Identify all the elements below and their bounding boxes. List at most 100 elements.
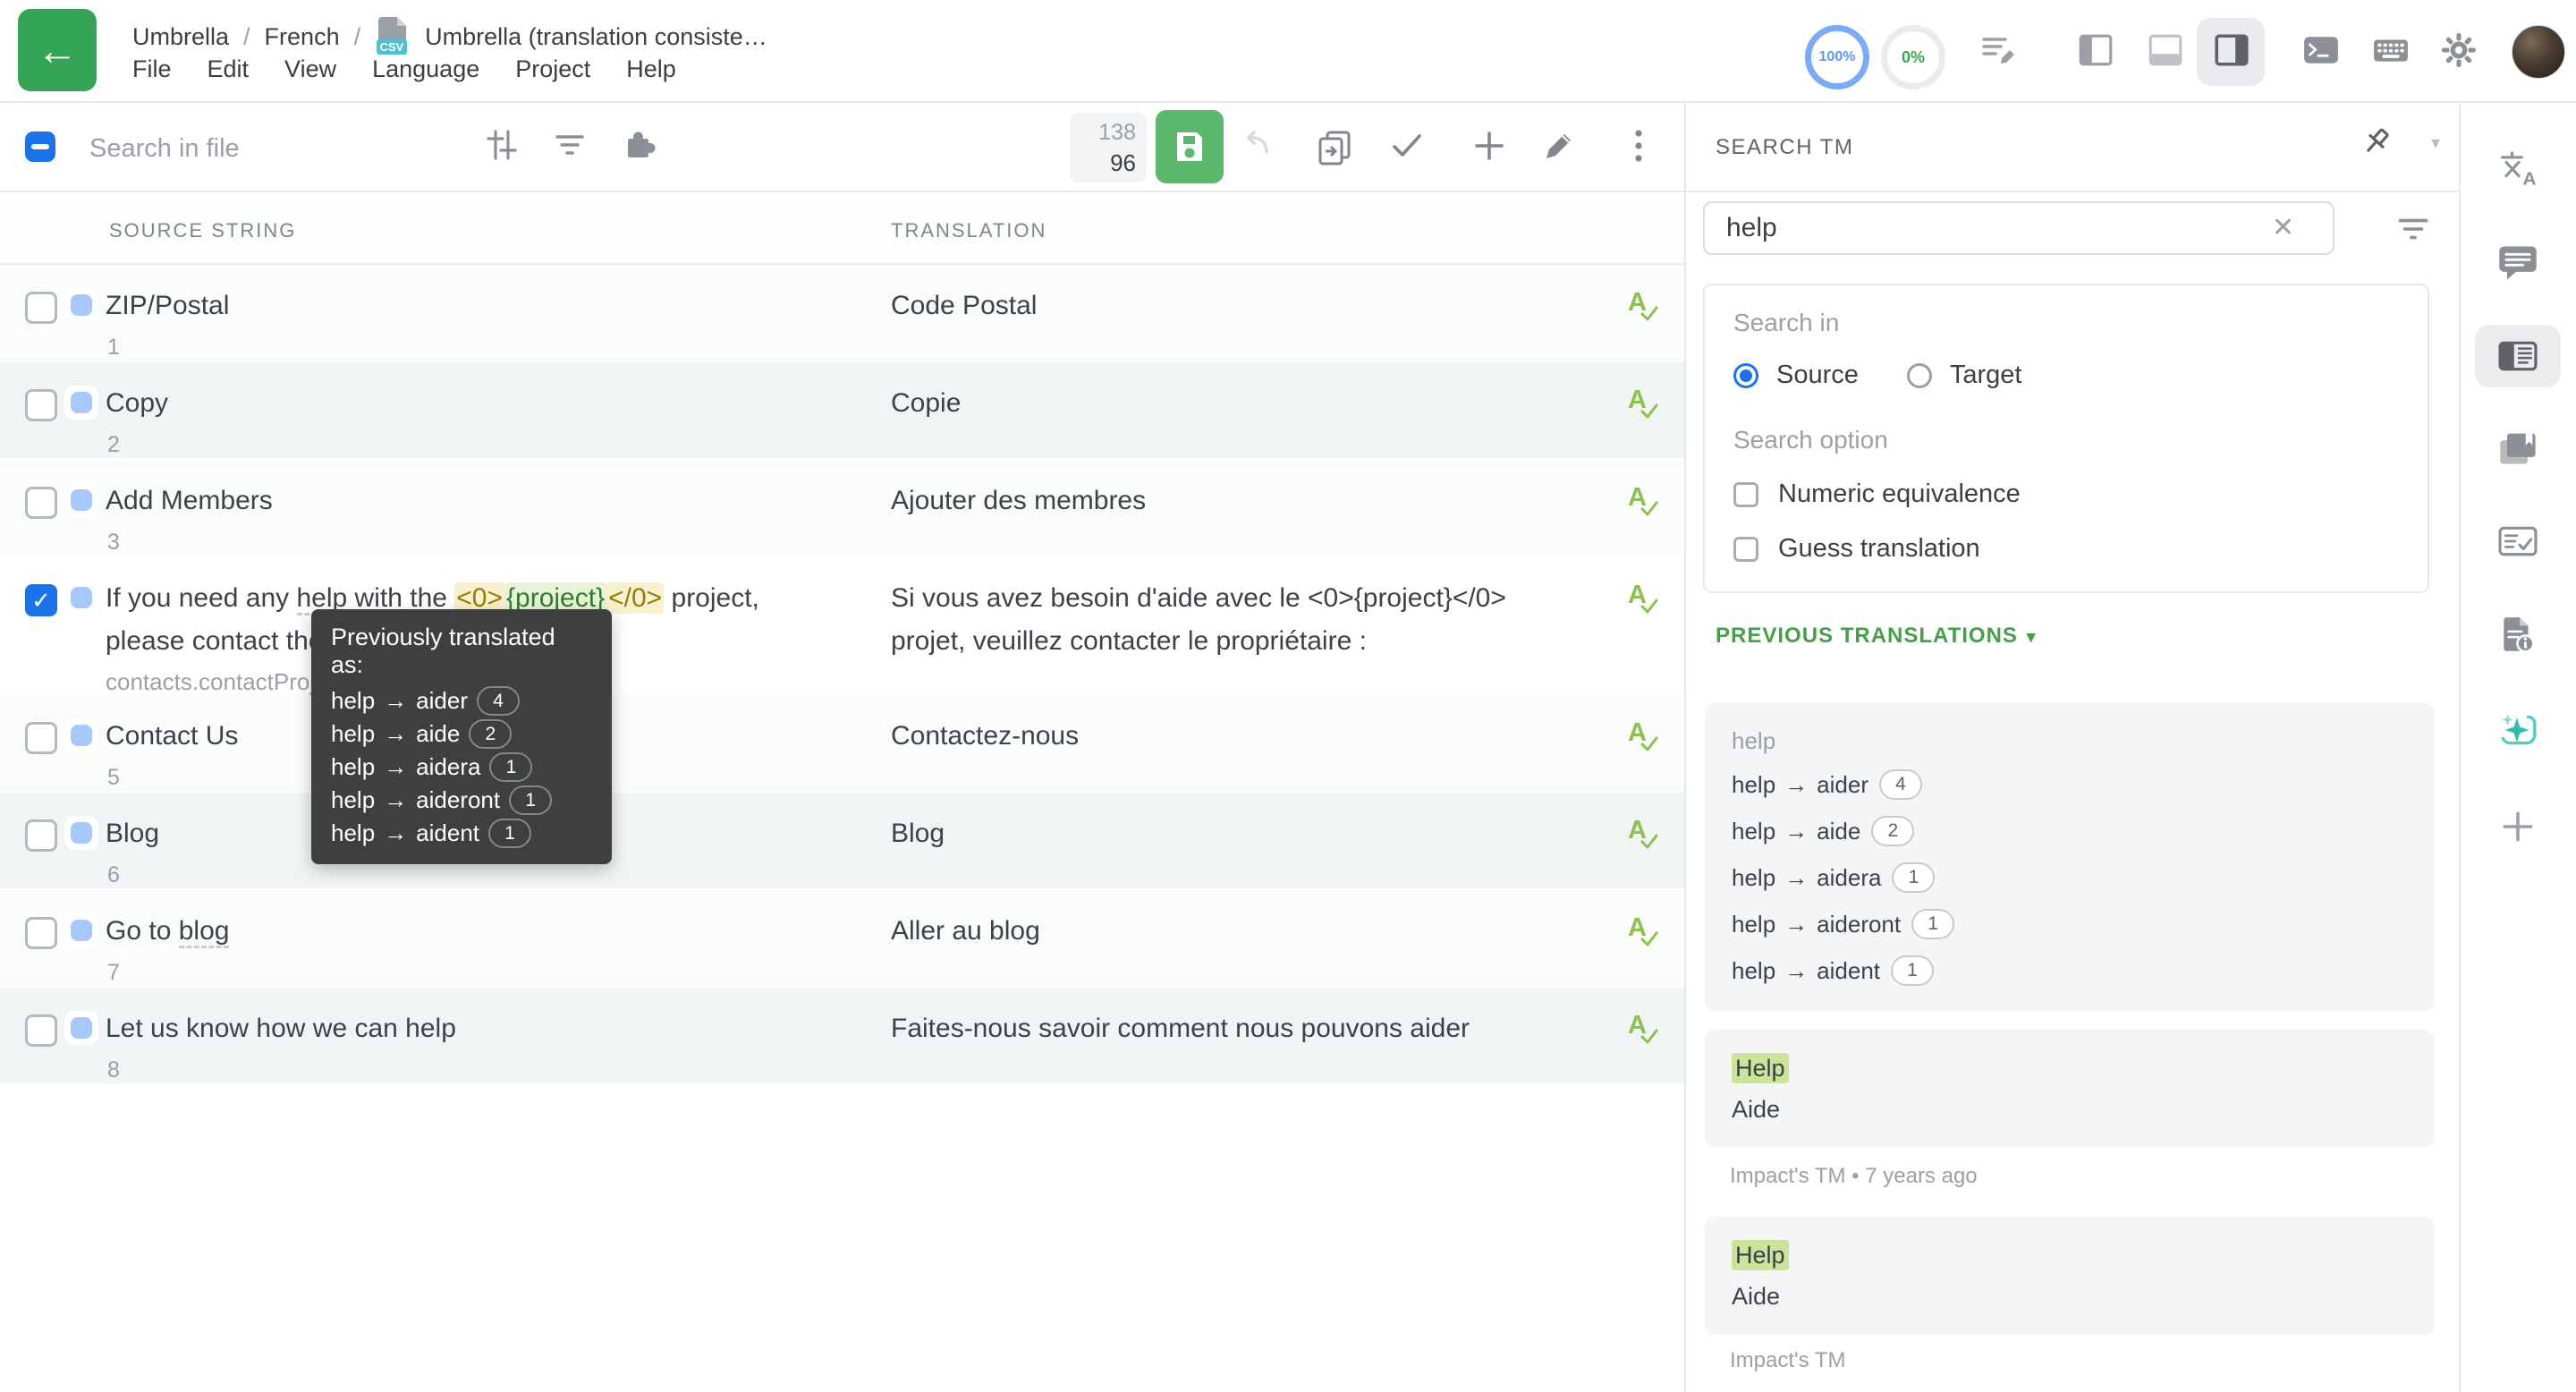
tm-term: blog	[179, 916, 230, 948]
menu-help[interactable]: Help	[626, 55, 676, 83]
terminal-icon[interactable]	[2301, 31, 2342, 69]
searched-term: help	[1732, 720, 2408, 761]
string-row-5[interactable]: Contact Us 5 Contactez-nous A	[0, 695, 1685, 793]
row-checkbox[interactable]	[25, 722, 57, 754]
string-id: 2	[107, 432, 120, 458]
spellcheck-icon[interactable]: A	[1628, 816, 1669, 857]
row-checkbox-checked[interactable]: ✓	[25, 584, 57, 616]
proofread-notes-icon[interactable]	[1979, 31, 2018, 67]
comments-icon[interactable]	[2496, 242, 2539, 282]
checkbox	[1733, 482, 1758, 507]
string-row-1[interactable]: ZIP/Postal 1 Code Postal A	[0, 265, 1685, 362]
clear-search-icon[interactable]: ✕	[2272, 212, 2294, 243]
previous-translation-item[interactable]: help→aidera1	[1732, 854, 2408, 901]
string-id: 3	[107, 530, 120, 556]
layout-bottom-panel-icon[interactable]	[2145, 31, 2186, 69]
spellcheck-icon[interactable]: A	[1628, 288, 1669, 329]
string-status-wrap	[64, 581, 98, 615]
translated-progress-ring[interactable]: 100%	[1805, 25, 1869, 89]
breadcrumb-project[interactable]: Umbrella	[132, 23, 229, 51]
add-string-icon[interactable]	[1470, 128, 1508, 164]
back-button[interactable]: ←	[18, 9, 97, 91]
select-all-checkbox[interactable]	[25, 132, 55, 162]
tm-search-input[interactable]	[1703, 201, 2334, 255]
spellcheck-icon[interactable]: A	[1628, 386, 1669, 427]
undo-icon[interactable]	[1238, 128, 1275, 164]
menu-language[interactable]: Language	[372, 55, 479, 83]
gear-icon[interactable]	[2438, 31, 2479, 69]
row-checkbox[interactable]	[25, 917, 57, 949]
previous-translation-item[interactable]: help→aident1	[1732, 947, 2408, 994]
previous-translation-item[interactable]: help→aideront1	[1732, 901, 2408, 947]
save-button[interactable]	[1156, 110, 1224, 183]
breadcrumb-file-name[interactable]: Umbrella (translation consiste…	[425, 23, 767, 51]
file-info-icon[interactable]	[2497, 615, 2538, 656]
count-badge: 2	[1871, 816, 1914, 846]
spellcheck-icon[interactable]: A	[1628, 1011, 1669, 1052]
spellcheck-icon[interactable]: A	[1628, 913, 1669, 955]
string-row-7[interactable]: Go to blog 7 Aller au blog A	[0, 890, 1685, 988]
user-avatar[interactable]	[2512, 25, 2565, 79]
translation-text: Faites-nous savoir comment nous pouvons …	[891, 1007, 1580, 1050]
spellcheck-icon[interactable]: A	[1628, 483, 1669, 524]
option-guess-translation[interactable]: Guess translation	[1733, 534, 2399, 564]
menu-project[interactable]: Project	[515, 55, 590, 83]
previous-translation-item[interactable]: help→aide2	[1732, 808, 2408, 854]
radio-source[interactable]: Source	[1733, 361, 1859, 390]
glossary-icon[interactable]	[2496, 429, 2539, 468]
tm-panel-icon[interactable]	[2496, 337, 2539, 375]
radio-target[interactable]: Target	[1907, 361, 2022, 390]
translate-icon[interactable]: A	[2496, 149, 2539, 189]
string-id: 5	[107, 765, 120, 791]
option-numeric-equivalence[interactable]: Numeric equivalence	[1733, 480, 2399, 509]
search-in-label: Search in	[1733, 309, 2399, 337]
row-checkbox[interactable]	[25, 292, 57, 324]
filter-settings-icon[interactable]	[483, 128, 521, 164]
radio-dot-selected	[1733, 363, 1758, 388]
string-row-4-selected[interactable]: ✓ If you need any help with the <0>{proj…	[0, 557, 1685, 695]
ai-assistant-icon[interactable]	[2496, 709, 2539, 751]
string-row-6[interactable]: Blog 6 Blog A	[0, 793, 1685, 890]
copy-source-icon[interactable]	[1315, 128, 1354, 167]
spellcheck-icon[interactable]: A	[1628, 718, 1669, 760]
string-status-wrap	[64, 483, 98, 517]
approved-progress-ring[interactable]: 0%	[1881, 25, 1945, 89]
qa-checks-icon[interactable]	[2496, 522, 2539, 559]
string-row-8[interactable]: Let us know how we can help 8 Faites-nou…	[0, 988, 1685, 1085]
tm-filter-icon[interactable]	[2394, 210, 2433, 248]
edit-string-icon[interactable]	[1540, 128, 1578, 164]
keyboard-icon[interactable]	[2370, 31, 2411, 69]
previous-translation-item[interactable]: help→aider4	[1732, 761, 2408, 808]
menu-view[interactable]: View	[284, 55, 336, 83]
search-in-file-input[interactable]	[88, 123, 431, 174]
previous-translations-toggle[interactable]: PREVIOUS TRANSLATIONS▾	[1716, 624, 2036, 649]
arrow-icon: →	[384, 751, 407, 784]
plugins-puzzle-icon[interactable]	[621, 128, 658, 164]
right-sidebar-icon-strip: A	[2460, 103, 2576, 1392]
string-row-2[interactable]: Copy 2 Copie A	[0, 362, 1685, 460]
string-status-wrap	[64, 816, 98, 850]
tm-result-card[interactable]: Help Aide	[1705, 1030, 2435, 1148]
row-checkbox[interactable]	[25, 487, 57, 519]
string-id: 1	[107, 335, 120, 361]
row-checkbox[interactable]	[25, 819, 57, 852]
tm-result-card[interactable]: Help Aide	[1705, 1217, 2435, 1335]
row-checkbox[interactable]	[25, 389, 57, 421]
spellcheck-icon[interactable]: A	[1628, 581, 1669, 622]
more-options-icon[interactable]	[1621, 124, 1657, 167]
previous-translations-card[interactable]: help help→aider4 help→aide2 help→aidera1…	[1705, 702, 2435, 1012]
add-panel-icon[interactable]	[2498, 808, 2538, 845]
string-row-3[interactable]: Add Members 3 Ajouter des membres A	[0, 460, 1685, 557]
row-checkbox[interactable]	[25, 1014, 57, 1047]
filter-strings-icon[interactable]	[551, 128, 589, 164]
menu-file[interactable]: File	[132, 55, 172, 83]
layout-left-panel-icon[interactable]	[2075, 31, 2116, 69]
approve-check-icon[interactable]	[1388, 128, 1426, 164]
pin-panel-icon[interactable]	[2358, 124, 2395, 162]
breadcrumb-language[interactable]: French	[265, 23, 340, 51]
floppy-icon	[1170, 127, 1209, 166]
string-counts-badge[interactable]: 138 96	[1070, 113, 1147, 182]
panel-collapse-caret-icon[interactable]: ▾	[2431, 132, 2440, 154]
layout-right-panel-icon[interactable]	[2211, 31, 2252, 69]
menu-edit[interactable]: Edit	[208, 55, 250, 83]
